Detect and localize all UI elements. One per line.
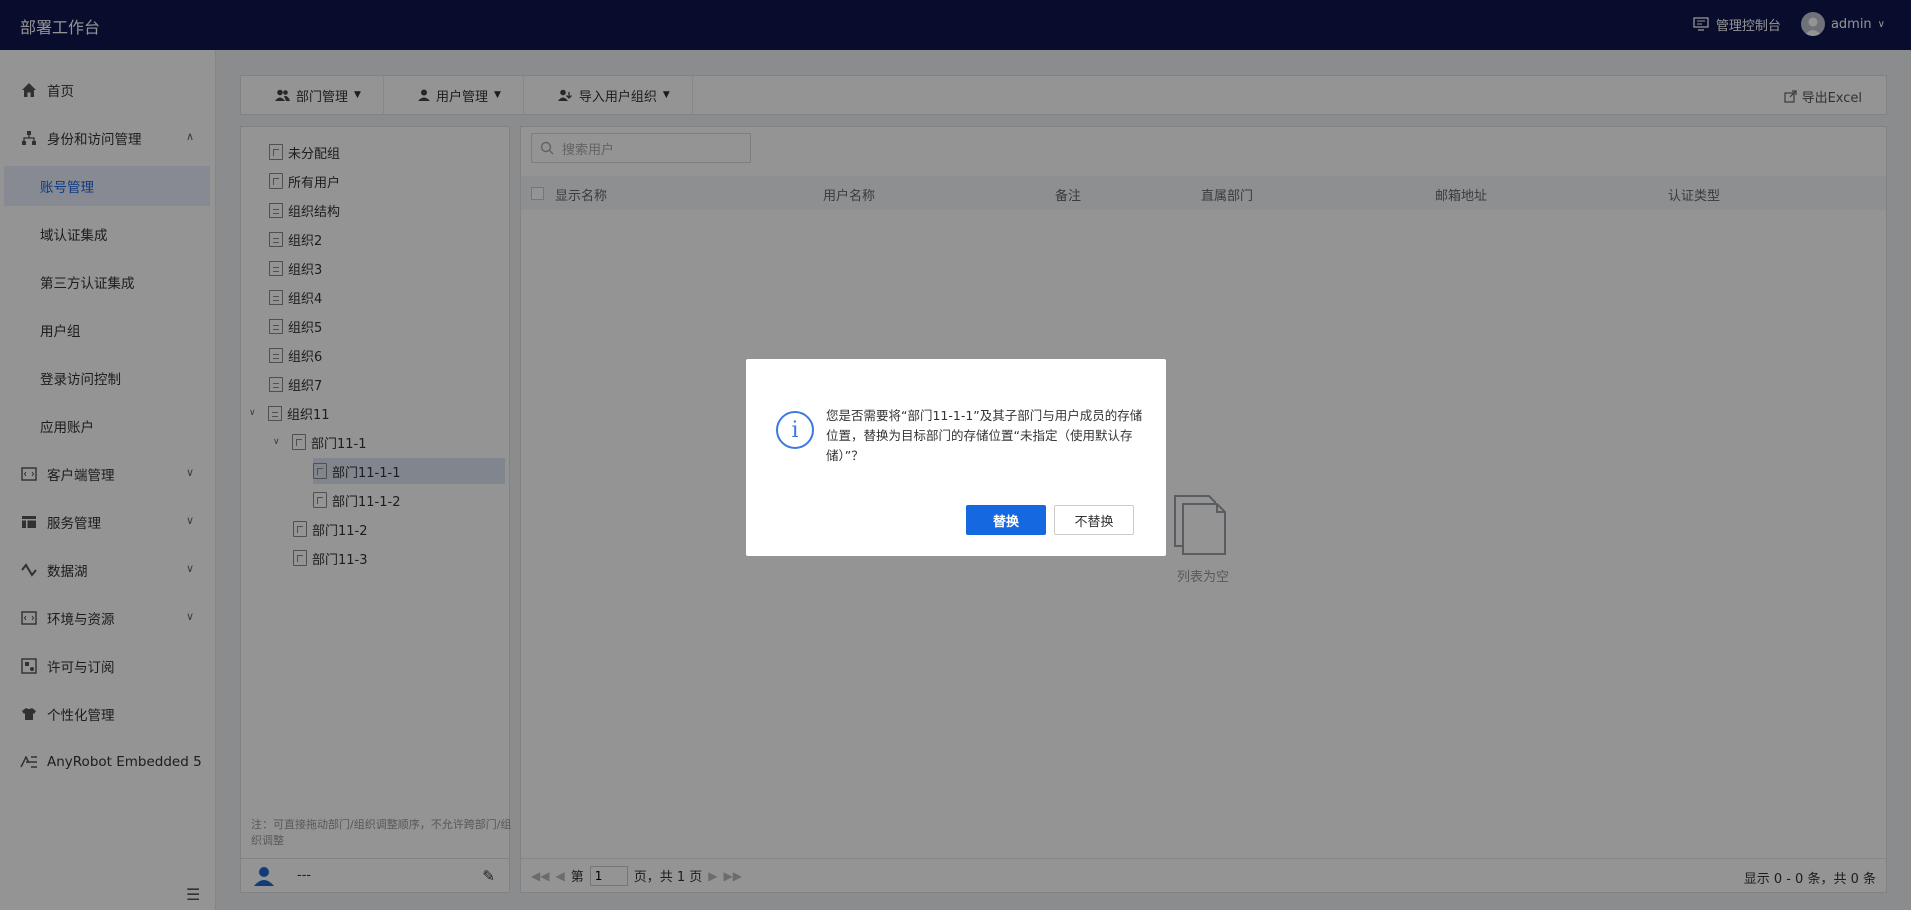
- confirm-dialog: i 您是否需要将“部门11-1-1”及其子部门与用户成员的存储位置，替换为目标部…: [746, 359, 1166, 556]
- replace-button[interactable]: 替换: [966, 505, 1046, 535]
- dont-replace-button[interactable]: 不替换: [1054, 505, 1134, 535]
- info-icon: i: [776, 411, 814, 449]
- dialog-message: 您是否需要将“部门11-1-1”及其子部门与用户成员的存储位置，替换为目标部门的…: [826, 408, 1143, 463]
